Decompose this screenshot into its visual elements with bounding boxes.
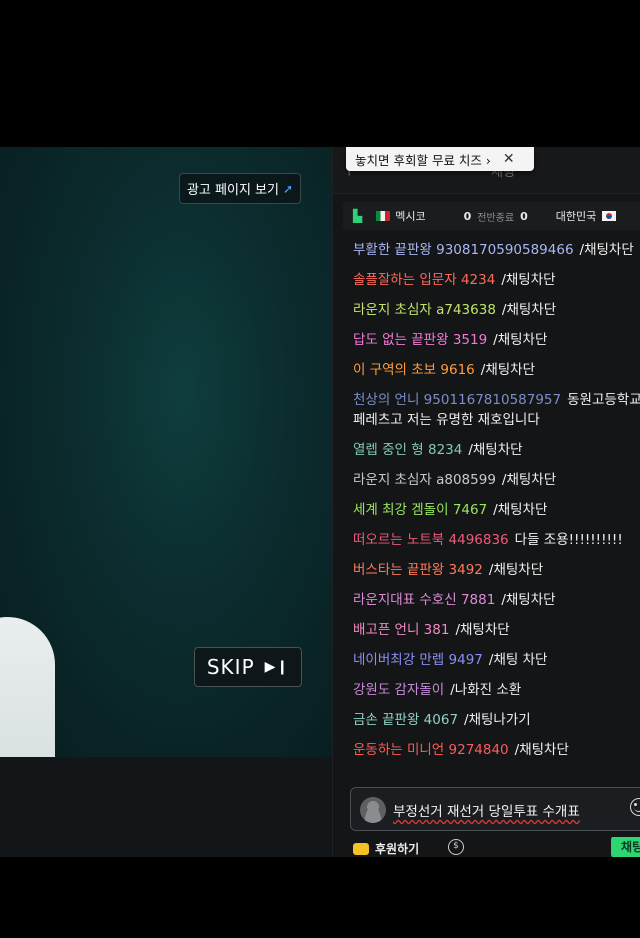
- chat-nick[interactable]: 운동하는 미니언 9274840: [353, 742, 509, 758]
- match-status: 전반종료: [477, 212, 515, 224]
- chat-nick[interactable]: 라운지 초심자 a808599: [353, 472, 496, 488]
- chat-nick[interactable]: 라운지 초심자 a743638: [353, 302, 496, 318]
- skip-next-icon: ▶❙: [264, 659, 290, 675]
- chat-text: /채팅차단: [480, 362, 535, 378]
- chat-nick[interactable]: 열렙 중인 형 8234: [353, 442, 462, 458]
- chat-message: 라운지 초심자 a808599/채팅차단: [333, 465, 640, 495]
- cheer-icon: [353, 842, 369, 855]
- team2-name: 대한민국: [555, 210, 597, 223]
- chat-panel: |> 채팅 놓치면 후회할 무료 치즈 › ✕ ▙ 멕시코 0 전반종료 0 대…: [332, 147, 640, 857]
- chat-nick[interactable]: 라운지대표 수호신 7881: [353, 592, 495, 608]
- skip-ad-button[interactable]: SKIP ▶❙: [194, 647, 302, 687]
- promo-text: 놓치면 후회할 무료 치즈 ›: [355, 152, 491, 168]
- chat-text: /채팅차단: [501, 592, 556, 608]
- close-icon[interactable]: ✕: [503, 151, 515, 167]
- cheer-button[interactable]: 후원하기: [353, 840, 419, 857]
- chat-nick[interactable]: 강원도 감자돌이: [353, 682, 444, 698]
- chat-nick[interactable]: 버스타는 끝판왕 3492: [353, 562, 483, 578]
- chat-text: /채팅 차단: [488, 652, 548, 668]
- skip-label: SKIP: [206, 655, 255, 679]
- chat-message: 열렙 중인 형 8234/채팅차단: [333, 435, 640, 465]
- chat-text: /채팅차단: [493, 502, 548, 518]
- chat-text: /채팅나가기: [464, 712, 531, 728]
- korea-flag-icon: [602, 211, 617, 221]
- chat-text: /채팅차단: [455, 622, 510, 638]
- chat-text: /채팅차단: [501, 272, 556, 288]
- team2-score: 0: [520, 209, 528, 223]
- chat-message: 이 구역의 초보 9616/채팅차단: [333, 355, 640, 385]
- chat-text: /채팅차단: [501, 302, 557, 318]
- chat-message: 라운지대표 수호신 7881/채팅차단: [333, 585, 640, 615]
- chat-message: 금손 끝판왕 4067/채팅나가기: [333, 705, 640, 735]
- chat-nick[interactable]: 금손 끝판왕 4067: [353, 712, 458, 728]
- chat-message-list[interactable]: 부활한 끝판왕 9308170590589466/채팅차단 솔플잘하는 입문자 …: [333, 235, 640, 765]
- chat-message: 솔플잘하는 입문자 4234/채팅차단: [333, 265, 640, 295]
- chat-text: /채팅차단: [514, 742, 569, 758]
- ad-page-button[interactable]: 광고 페이지 보기 ➚: [179, 173, 301, 204]
- chat-message: 강원도 감자돌이/나화진 소환: [333, 675, 640, 705]
- chat-nick[interactable]: 솔플잘하는 입문자 4234: [353, 272, 495, 288]
- chat-nick[interactable]: 답도 없는 끝판왕 3519: [353, 332, 487, 348]
- chat-message: 네이버최강 만렙 9497/채팅 차단: [333, 645, 640, 675]
- promo-banner[interactable]: 놓치면 후회할 무료 치즈 › ✕: [346, 147, 534, 171]
- chat-text: /나화진 소환: [450, 682, 522, 698]
- chat-nick[interactable]: 떠오르는 노트북 4496836: [353, 532, 509, 548]
- chat-nick[interactable]: 이 구역의 초보 9616: [353, 362, 475, 378]
- coin-icon[interactable]: $: [448, 839, 464, 855]
- ad-page-label: 광고 페이지 보기: [186, 183, 279, 198]
- match-score-bar[interactable]: ▙ 멕시코 0 전반종료 0 대한민국: [343, 202, 640, 230]
- emoji-icon[interactable]: [630, 798, 640, 816]
- chat-message: 부활한 끝판왕 9308170590589466/채팅차단: [333, 235, 640, 265]
- stats-chart-icon[interactable]: ▙: [353, 209, 362, 223]
- chat-nick[interactable]: 세계 최강 겜돌이 7467: [353, 502, 487, 518]
- chat-nick[interactable]: 배고픈 언니 381: [353, 622, 449, 638]
- chat-text: /채팅차단: [579, 242, 634, 258]
- player-figure: [0, 617, 55, 757]
- mexico-flag-icon: [376, 211, 391, 221]
- chat-text: /채팅차단: [493, 332, 548, 348]
- send-button[interactable]: 채팅: [611, 837, 640, 857]
- chat-input[interactable]: 부정선거 재선거 당일투표 수개표: [350, 787, 640, 831]
- chat-text: 다들 조용!!!!!!!!!!: [514, 532, 623, 548]
- chat-message: 답도 없는 끝판왕 3519/채팅차단: [333, 325, 640, 355]
- chat-message: 세계 최강 겜돌이 7467/채팅차단: [333, 495, 640, 525]
- chat-footer: 후원하기 $ 채팅: [333, 837, 640, 857]
- chat-nick[interactable]: 부활한 끝판왕 9308170590589466: [353, 242, 574, 258]
- chat-nick[interactable]: 천상의 언니 9501167810587957: [353, 392, 561, 408]
- cheer-label: 후원하기: [375, 842, 420, 856]
- chat-text: /채팅차단: [488, 562, 544, 578]
- chat-text: /채팅차단: [468, 442, 523, 458]
- chat-message: 떠오르는 노트북 4496836 다들 조용!!!!!!!!!!: [333, 525, 640, 555]
- chat-message: 버스타는 끝판왕 3492/채팅차단: [333, 555, 640, 585]
- video-bottom-panel: [0, 757, 332, 857]
- avatar: [360, 797, 386, 823]
- chat-message: 천상의 언니 9501167810587957 동원고등학교 페레츠고 저는 유명…: [333, 385, 640, 435]
- chat-input-text[interactable]: 부정선거 재선거 당일투표 수개표: [393, 800, 580, 820]
- chat-nick[interactable]: 네이버최강 만렙 9497: [353, 652, 483, 668]
- chat-message: 라운지 초심자 a743638/채팅차단: [333, 295, 640, 325]
- external-link-icon: ➚: [282, 181, 294, 196]
- chat-message: 운동하는 미니언 9274840/채팅차단: [333, 735, 640, 765]
- chat-text: /채팅차단: [501, 472, 557, 488]
- chat-message: 배고픈 언니 381/채팅차단: [333, 615, 640, 645]
- team1-name: 멕시코: [395, 210, 426, 223]
- team1-score: 0: [463, 209, 472, 223]
